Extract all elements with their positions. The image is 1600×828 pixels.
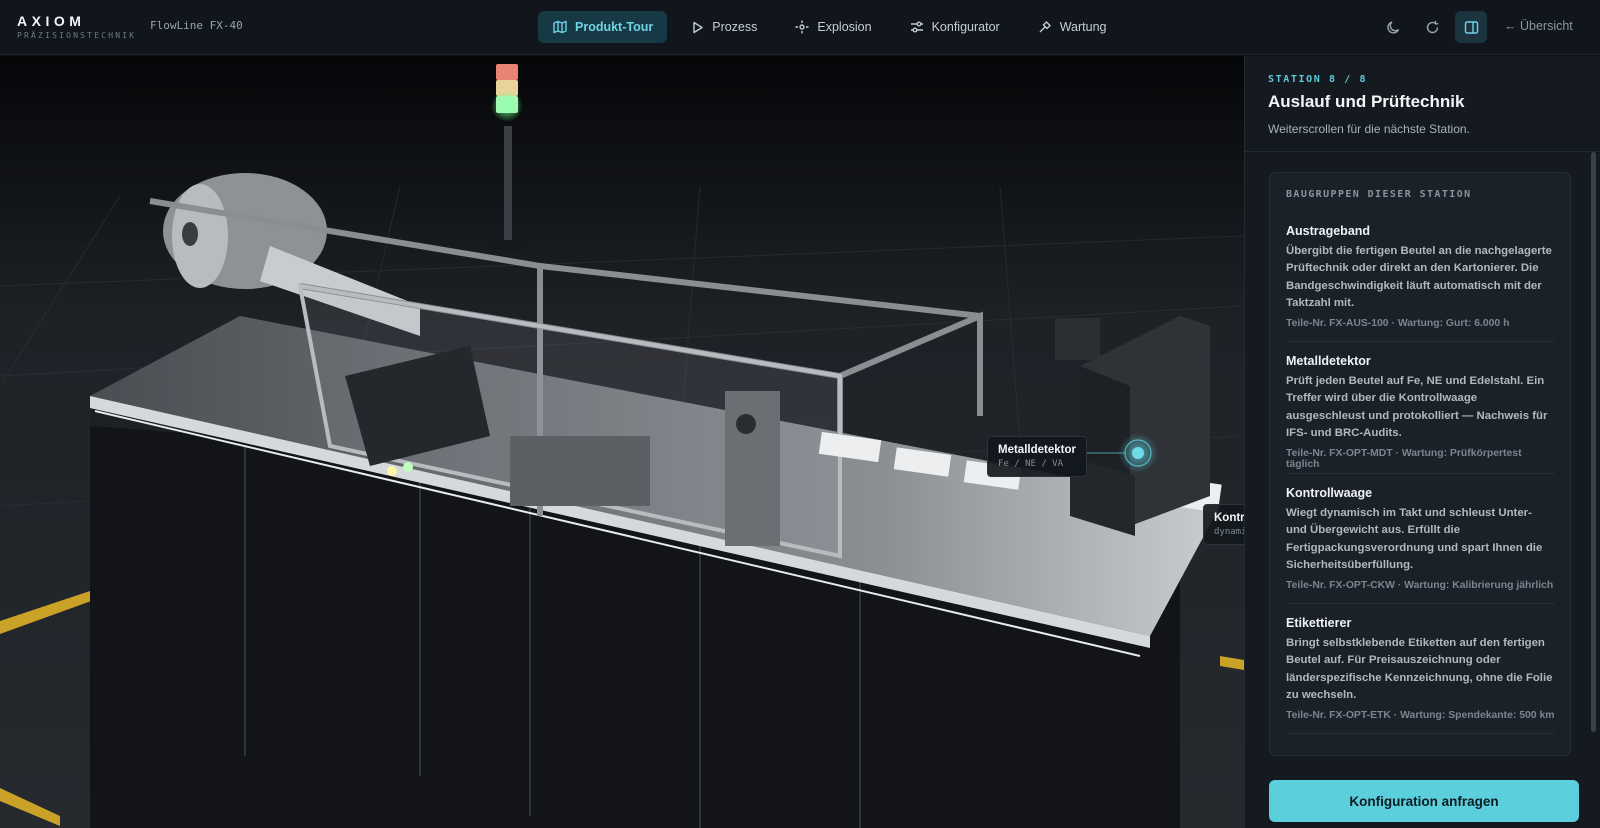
module-name: Etikettierer <box>1286 616 1352 630</box>
module-description: Bringt selbstklebende Etiketten auf den … <box>1286 637 1553 701</box>
main-nav: Produkt-Tour Prozess Explosion Konfigura… <box>538 11 1130 43</box>
module-name: Metalldetektor <box>1286 354 1371 368</box>
hotspot-subtitle: Fe / NE / VA <box>998 459 1064 469</box>
moon-icon <box>1386 20 1399 33</box>
module-item[interactable]: Etikettierer Bringt selbstklebende Etike… <box>1286 616 1555 734</box>
module-description: Wiegt dynamisch im Takt und schleust Unt… <box>1286 507 1543 571</box>
hotspot-subtitle: dynamisch <box>1214 527 1244 537</box>
panel-scrollbar[interactable] <box>1591 152 1596 732</box>
module-item[interactable]: Austrageband Übergibt die fertigen Beute… <box>1286 224 1555 342</box>
panel-toggle-button[interactable] <box>1455 11 1487 43</box>
module-item[interactable]: Metalldetektor Prüft jeden Beutel auf Fe… <box>1286 354 1555 474</box>
module-meta: Teile-Nr. FX-OPT-CKW · Wartung: Kalibrie… <box>1286 580 1554 592</box>
tab-wartung[interactable]: Wartung <box>1024 11 1121 43</box>
sliders-icon <box>910 21 923 33</box>
hotspot-label-kontrollwaage[interactable]: Kontrollwaage dynamisch <box>1203 504 1244 545</box>
tab-label: Prozess <box>712 20 758 34</box>
tab-label: Produkt-Tour <box>575 20 654 34</box>
tab-explosion[interactable]: Explosion <box>781 11 885 43</box>
assembly-list-card[interactable]: BAUGRUPPEN DIESER STATION Austrageband Ü… <box>1269 172 1571 756</box>
machine-model: FlowLine FX-40 <box>150 19 243 32</box>
hotspot-label-metalldetektor[interactable]: Metalldetektor Fe / NE / VA <box>987 436 1087 477</box>
card-title: BAUGRUPPEN DIESER STATION <box>1286 189 1472 200</box>
top-bar: AXIOM PRÄZISIONSTECHNIK FlowLine FX-40 P… <box>0 0 1600 55</box>
tab-produkt-tour[interactable]: Produkt-Tour <box>538 11 668 43</box>
reset-view-button[interactable] <box>1416 11 1448 43</box>
tab-prozess[interactable]: Prozess <box>677 11 771 43</box>
module-name: Austrageband <box>1286 224 1371 238</box>
play-icon <box>693 21 703 33</box>
module-name: Kontrollwaage <box>1286 486 1373 500</box>
station-header: STATION 8 / 8 Auslauf und Prüftechnik We… <box>1245 56 1600 152</box>
module-meta: Teile-Nr. FX-OPT-MDT · Wartung: Prüfkörp… <box>1286 448 1522 471</box>
machine-3d-viewport[interactable]: Metalldetektor Fe / NE / VA Kontrollwaag… <box>0 56 1244 828</box>
scroll-hint: Weiterscrollen für die nächste Station. <box>1268 122 1470 136</box>
theme-toggle-button[interactable] <box>1377 11 1409 43</box>
hotspot-title: Kontrollwaage <box>1214 512 1244 524</box>
hotspot-title: Metalldetektor <box>998 444 1076 456</box>
request-configuration-button[interactable]: Konfiguration anfragen <box>1269 780 1579 822</box>
station-title: Auslauf und Prüftechnik <box>1268 92 1465 111</box>
station-panel: STATION 8 / 8 Auslauf und Prüftechnik We… <box>1244 56 1600 828</box>
explode-icon <box>795 20 809 34</box>
back-to-overview-link[interactable]: ← Übersicht <box>1504 19 1573 33</box>
panel-toggle-icon <box>1464 20 1478 34</box>
brand-subtitle: PRÄZISIONSTECHNIK <box>17 31 137 40</box>
station-counter: STATION 8 / 8 <box>1268 74 1368 85</box>
module-meta: Teile-Nr. FX-OPT-ETK · Wartung: Spendeka… <box>1286 710 1555 722</box>
module-meta: Teile-Nr. FX-AUS-100 · Wartung: Gurt: 6.… <box>1286 318 1510 330</box>
module-item[interactable]: Kontrollwaage Wiegt dynamisch im Takt un… <box>1286 486 1555 604</box>
tab-label: Wartung <box>1059 20 1107 34</box>
brand-logo[interactable]: AXIOM PRÄZISIONSTECHNIK <box>17 13 136 41</box>
tab-konfigurator[interactable]: Konfigurator <box>896 11 1014 43</box>
map-icon <box>553 20 567 34</box>
tab-label: Konfigurator <box>931 20 1000 34</box>
module-description: Prüft jeden Beutel auf Fe, NE und Edelst… <box>1286 375 1548 439</box>
wrench-icon <box>1039 21 1051 33</box>
tab-label: Explosion <box>817 20 872 34</box>
refresh-icon <box>1426 20 1438 33</box>
module-description: Übergibt die fertigen Beutel an die nach… <box>1286 245 1552 309</box>
brand-name: AXIOM <box>17 13 86 29</box>
